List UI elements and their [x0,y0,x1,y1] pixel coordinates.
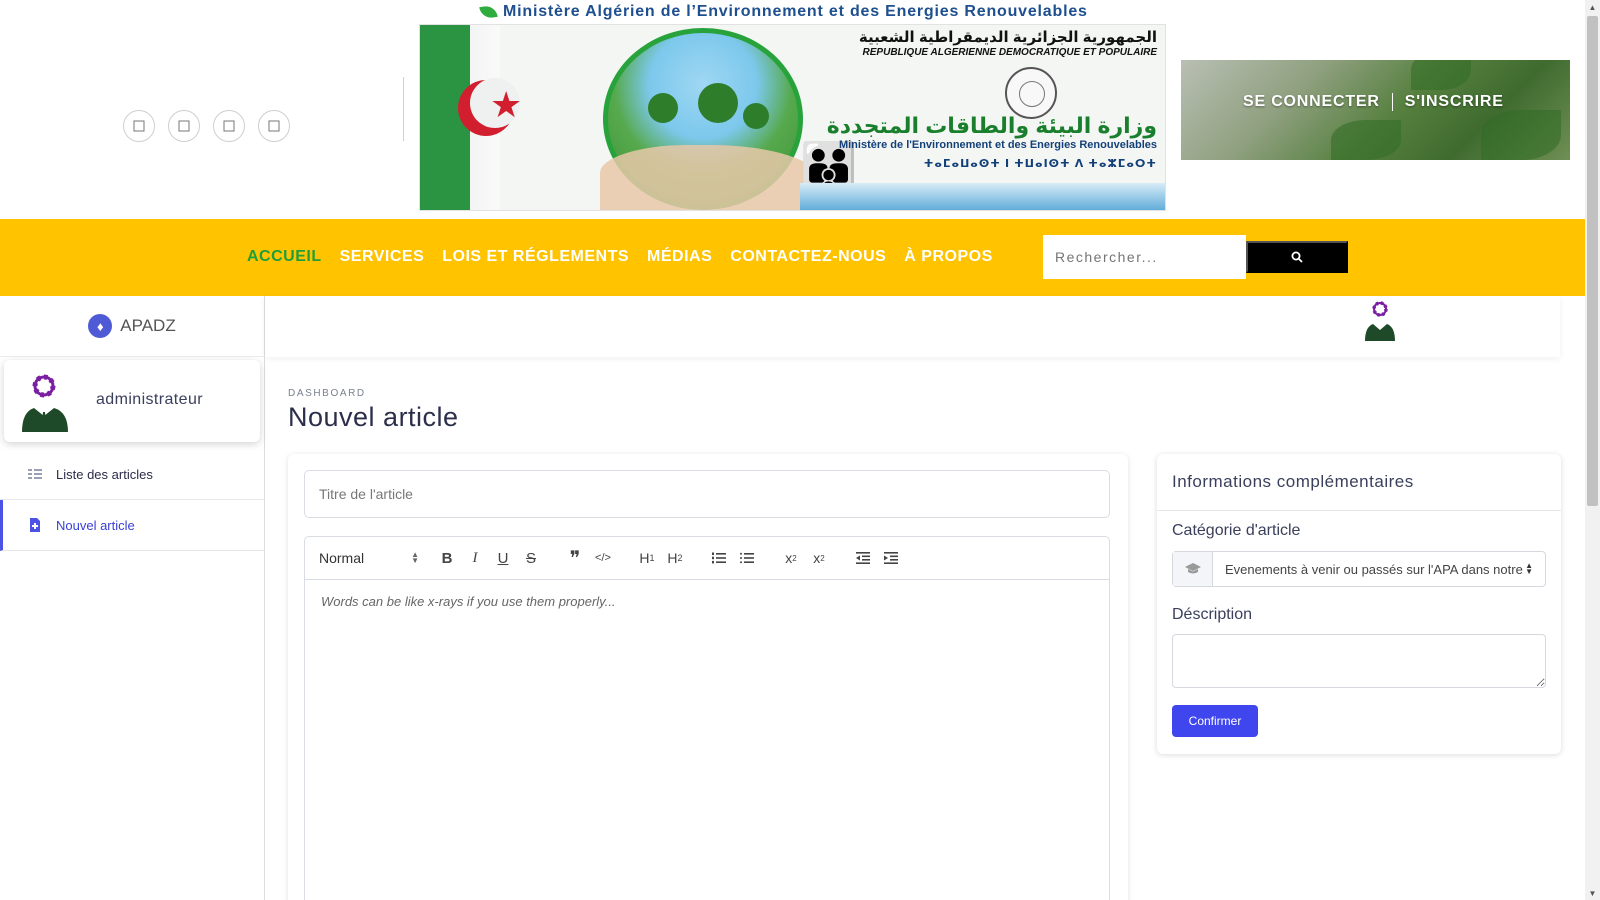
strikethrough-icon[interactable]: S [517,544,545,572]
nav-item-medias[interactable]: MÉDIAS [647,248,712,266]
ministry-title: Ministère Algérien de l’Environnement et… [479,3,1088,21]
sidebar-item-label: Nouvel article [56,517,135,533]
description-label: Déscription [1172,606,1253,623]
app-sidebar: ♦ APADZ administrateur Liste des article… [0,296,265,900]
scroll-up-icon[interactable]: ▲ [1585,0,1600,14]
flag-star-icon: ★ [490,84,523,125]
article-body-editor[interactable]: Words can be like x-rays if you use them… [304,579,1110,900]
outdent-icon[interactable] [849,544,877,572]
editor-toolbar: Normal ▲ ▼ B I U S ❞ </> H1 H2 x2 x2 [304,536,1110,579]
sidebar-item-new-article[interactable]: Nouvel article [0,500,264,551]
hand-image [600,145,820,210]
graduation-cap-icon [1173,552,1213,586]
nav-item-apropos[interactable]: À PROPOS [904,248,992,266]
search-icon [1291,251,1303,263]
code-icon[interactable]: </> [589,544,617,572]
format-select-value: Normal [319,550,365,566]
admin-avatar-icon[interactable] [1363,300,1397,342]
subscript-icon[interactable]: x2 [777,544,805,572]
republic-seal-icon [1005,67,1057,119]
page-scrollbar[interactable]: ▲ ▼ [1585,0,1600,900]
info-card-title: Informations complémentaires [1157,454,1561,511]
select-arrows-icon: ▲ ▼ [411,550,419,565]
category-select-value: Evenements à venir ou passés sur l'APA d… [1225,561,1525,577]
category-select-group: Evenements à venir ou passés sur l'APA d… [1172,551,1546,587]
list-icon [28,469,42,479]
confirm-button[interactable]: Confirmer [1172,705,1258,737]
site-header: Ministère Algérien de l’Environnement et… [0,0,1585,219]
superscript-icon[interactable]: x2 [805,544,833,572]
sidebar-menu: Liste des articles Nouvel article [0,449,264,551]
ministry-banner: ★ 👪 الجمهورية الجزائرية الديمقراطية الشع… [419,24,1166,211]
social-links [123,110,290,142]
bullet-list-icon[interactable] [733,544,761,572]
nav-item-contact[interactable]: CONTACTEZ-NOUS [730,248,886,266]
blockquote-icon[interactable]: ❞ [561,544,589,572]
sidebar-item-articles-list[interactable]: Liste des articles [0,449,264,500]
ministry-title-text: Ministère Algérien de l’Environnement et… [503,3,1088,20]
tree-shape [648,93,678,123]
page-title: Nouvel article [288,402,459,432]
category-label: Catégorie d'article [1172,522,1301,539]
format-select[interactable]: Normal ▲ ▼ [319,550,419,566]
youtube-icon[interactable] [258,110,290,142]
banner-arabic-ministry: وزارة البيئة والطاقات المتجددة [826,113,1157,138]
bold-icon[interactable]: B [433,544,461,572]
brand-name: APADZ [120,316,176,335]
file-plus-icon [30,518,40,532]
editor-placeholder: Words can be like x-rays if you use them… [321,594,616,609]
nav-item-services[interactable]: SERVICES [340,248,425,266]
article-title-input[interactable] [304,470,1110,518]
breadcrumb: DASHBOARD [288,388,366,399]
instagram-icon[interactable] [213,110,245,142]
italic-icon[interactable]: I [461,544,489,572]
banner-arabic-republic: الجمهورية الجزائرية الديمقراطية الشعبية [858,29,1157,46]
heading2-icon[interactable]: H2 [661,544,689,572]
auth-links: SE CONNECTER S'INSCRIRE [1243,93,1504,111]
auth-panel: SE CONNECTER S'INSCRIRE [1181,60,1570,160]
scroll-down-icon[interactable]: ▼ [1585,886,1600,900]
register-link[interactable]: S'INSCRIRE [1405,93,1504,111]
twitter-icon[interactable] [168,110,200,142]
login-link[interactable]: SE CONNECTER [1243,93,1380,111]
banner-french-republic: REPUBLIQUE ALGERIENNE DEMOCRATIQUE ET PO… [862,47,1157,58]
scrollbar-thumb[interactable] [1587,16,1598,506]
leaf-icon [479,4,498,20]
category-select[interactable]: Evenements à venir ou passés sur l'APA d… [1213,552,1545,586]
admin-user-icon [22,374,68,432]
water-wave-image [800,183,1165,210]
nav-item-accueil[interactable]: ACCUEIL [247,248,322,266]
editor-card: Normal ▲▼ B I U S ❞ </> H1 H2 x2 x2 Word… [288,454,1128,900]
nav-item-lois[interactable]: LOIS ET RÉGLEMENTS [442,248,629,266]
user-card[interactable]: administrateur [4,360,260,442]
indent-icon[interactable] [877,544,905,572]
leaf-shape [1331,120,1401,160]
search-input[interactable] [1043,235,1246,279]
nav-menu: ACCUEIL SERVICES LOIS ET RÉGLEMENTS MÉDI… [247,248,993,266]
select-arrows-icon: ▲ ▼ [1525,561,1533,576]
header-divider [403,77,404,141]
user-name: administrateur [96,391,203,408]
heading1-icon[interactable]: H1 [633,544,661,572]
sidebar-item-label: Liste des articles [56,466,153,482]
brand-logo-icon: ♦ [88,314,113,338]
leaf-shape [1481,110,1561,160]
tree-shape [743,103,769,129]
main-navbar: ACCUEIL SERVICES LOIS ET RÉGLEMENTS MÉDI… [0,219,1585,296]
facebook-icon[interactable] [123,110,155,142]
ordered-list-icon[interactable] [705,544,733,572]
search-button[interactable] [1246,241,1348,273]
brand[interactable]: ♦ APADZ [0,296,264,357]
banner-tifinagh-ministry: ⵜⴰⵎⴰⵡⴰⵙⵜ ⵏ ⵜⵡⴰⵏⵙⵜ ⴷ ⵜⴰⵣⵎⴰⵔⵜ [923,158,1157,170]
leaf-shape [1411,60,1471,90]
underline-icon[interactable]: U [489,544,517,572]
auth-separator [1391,93,1393,111]
info-card: Informations complémentaires Catégorie d… [1157,454,1561,754]
tree-shape [698,83,738,123]
banner-french-ministry: Ministère de l'Environnement et des Ener… [838,139,1157,151]
description-textarea[interactable] [1172,634,1546,688]
